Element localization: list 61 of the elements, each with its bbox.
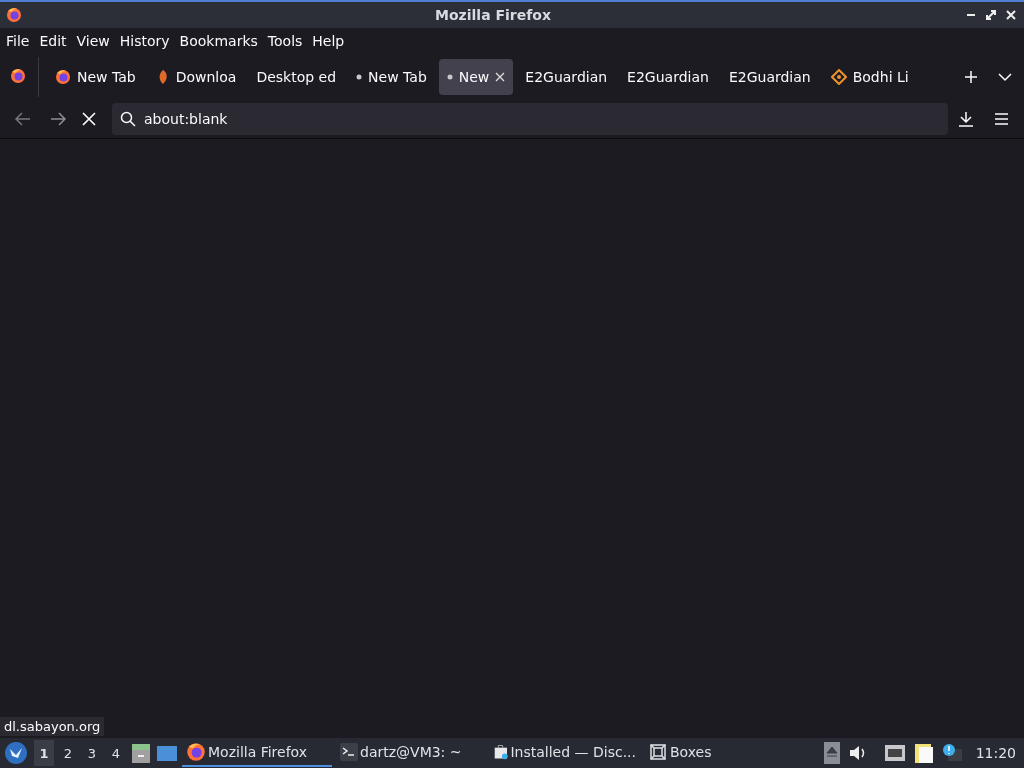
- firefox-icon: [186, 742, 206, 762]
- window-title: Mozilla Firefox: [434, 7, 552, 23]
- workspace-button[interactable]: 4: [106, 740, 126, 766]
- tab[interactable]: Bodhi Li: [822, 59, 917, 95]
- tab[interactable]: New Tab: [348, 59, 435, 95]
- download-icon[interactable]: [958, 111, 974, 127]
- menu-item[interactable]: History: [119, 33, 170, 49]
- tab-title: New: [458, 69, 490, 85]
- close-icon[interactable]: [1004, 8, 1018, 22]
- menu-item[interactable]: View: [76, 33, 110, 49]
- taskbar-task[interactable]: Installed — Disc...: [490, 739, 640, 767]
- tab[interactable]: E2Guardian: [619, 59, 717, 95]
- tab-title: E2Guardian: [728, 69, 811, 85]
- workspace-button[interactable]: 2: [58, 740, 78, 766]
- network-icon[interactable]: [883, 744, 906, 762]
- tab[interactable]: New: [438, 59, 514, 95]
- file-cabinet-icon[interactable]: [130, 742, 152, 764]
- menu-item[interactable]: File: [6, 33, 30, 49]
- eject-icon[interactable]: [823, 742, 840, 764]
- firefox-icon: [6, 7, 22, 23]
- tab[interactable]: Downloa: [147, 59, 245, 95]
- taskbar-task[interactable]: Boxes: [644, 739, 794, 767]
- tab[interactable]: E2Guardian: [720, 59, 819, 95]
- terminal-icon: [340, 743, 358, 761]
- plus-icon[interactable]: [964, 70, 978, 84]
- tab-title: Desktop ed: [256, 69, 337, 85]
- forward-icon[interactable]: [50, 111, 66, 127]
- tab[interactable]: Desktop ed: [248, 59, 345, 95]
- notification-icon[interactable]: [941, 743, 962, 763]
- clipboard-icon[interactable]: [913, 742, 934, 764]
- menu-item[interactable]: Bookmarks: [179, 33, 258, 49]
- diamond-icon: [830, 69, 847, 85]
- menu-item[interactable]: Tools: [267, 33, 303, 49]
- chevron-down-icon[interactable]: [998, 70, 1012, 84]
- tab-title: Downloa: [175, 69, 237, 85]
- close-icon[interactable]: [495, 72, 506, 82]
- frame-icon: [648, 742, 668, 762]
- menu-item[interactable]: Help: [312, 33, 345, 49]
- tab[interactable]: E2Guardian: [517, 59, 616, 95]
- address-field[interactable]: about:blank: [112, 103, 948, 135]
- tab-title: New Tab: [368, 69, 427, 85]
- workspace-button[interactable]: 3: [82, 740, 102, 766]
- clock: 11:20: [975, 745, 1016, 761]
- status-url: dl.sabayon.org: [0, 717, 105, 736]
- workspace-button[interactable]: 1: [34, 740, 54, 766]
- firefox-icon: [55, 69, 71, 85]
- search-icon: [120, 111, 136, 127]
- taskbar-task[interactable]: Mozilla Firefox: [182, 739, 332, 767]
- bag-icon: [494, 742, 509, 762]
- tab-title: E2Guardian: [525, 69, 608, 85]
- start-icon[interactable]: [4, 741, 28, 765]
- tab[interactable]: New Tab: [47, 59, 144, 95]
- menu-item[interactable]: Edit: [39, 33, 67, 49]
- firefox-icon: [10, 67, 26, 84]
- tab-title: New Tab: [77, 69, 136, 85]
- dot-icon: [446, 74, 453, 80]
- taskbar-task[interactable]: dartz@VM3: ~: [336, 739, 486, 767]
- tab-title: Bodhi Li: [852, 69, 909, 85]
- maximize-icon[interactable]: [984, 8, 998, 22]
- dot-icon: [356, 74, 363, 80]
- tab-title: E2Guardian: [627, 69, 709, 85]
